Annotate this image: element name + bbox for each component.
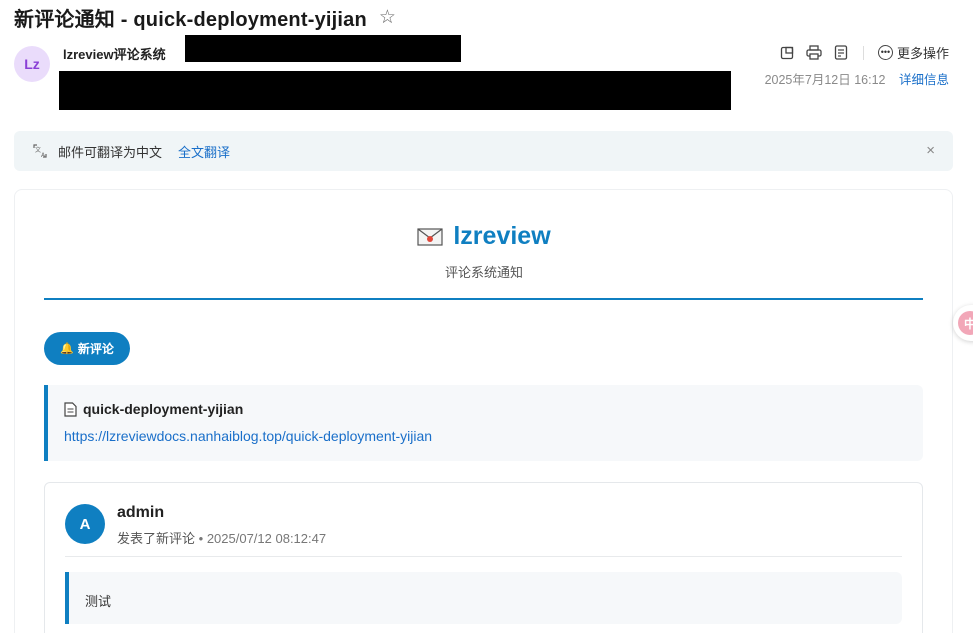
brand-header: lzreview xyxy=(0,222,968,251)
email-toolbar: ••• 更多操作 xyxy=(768,43,949,62)
post-title: quick-deployment-yijian xyxy=(83,401,244,417)
comment-card: A admin 发表了新评论 • 2025/07/12 08:12:47 测试 xyxy=(44,482,923,633)
floating-tab-label: 中 xyxy=(958,311,973,335)
post-info-box: quick-deployment-yijian https://lzreview… xyxy=(44,385,923,461)
new-comment-badge: 🔔 新评论 xyxy=(44,332,130,365)
translate-bar: 文A 邮件可翻译为中文 全文翻译 × xyxy=(14,131,953,171)
comment-text: 测试 xyxy=(85,594,112,609)
email-subject-row: 新评论通知 - quick-deployment-yijian ☆ xyxy=(14,3,396,32)
more-actions-button[interactable]: ••• 更多操作 xyxy=(877,43,949,62)
bell-icon: 🔔 xyxy=(60,343,74,355)
post-title-row: quick-deployment-yijian xyxy=(64,401,243,417)
commenter-avatar: A xyxy=(65,504,105,544)
toolbar-divider xyxy=(862,45,864,60)
more-dots-icon: ••• xyxy=(877,45,893,60)
comment-author: admin xyxy=(117,504,165,521)
more-actions-label: 更多操作 xyxy=(896,46,949,61)
document-icon xyxy=(64,401,77,417)
translate-icon: 文A xyxy=(32,143,48,159)
sender-avatar: Lz xyxy=(14,46,50,82)
note-icon[interactable] xyxy=(833,45,849,61)
redaction-block xyxy=(185,35,461,62)
email-date: 2025年7月12日 16:12 xyxy=(764,73,886,87)
meta-separator: • xyxy=(198,531,207,546)
translate-message: 邮件可翻译为中文 xyxy=(58,144,163,160)
details-link[interactable]: 详细信息 xyxy=(899,73,949,87)
envelope-icon xyxy=(417,227,443,246)
comment-body: 测试 xyxy=(65,572,902,624)
open-window-icon[interactable] xyxy=(779,45,795,61)
email-meta: 2025年7月12日 16:12 详细信息 xyxy=(765,69,949,88)
post-url-link[interactable]: https://lzreviewdocs.nanhaiblog.top/quic… xyxy=(64,428,432,444)
brand-name: lzreview xyxy=(453,222,551,250)
email-subject: 新评论通知 - quick-deployment-yijian xyxy=(14,9,367,31)
badge-label: 新评论 xyxy=(77,342,114,356)
redaction-block xyxy=(59,71,731,110)
print-icon[interactable] xyxy=(806,45,822,61)
translate-full-link[interactable]: 全文翻译 xyxy=(178,142,230,161)
floating-translate-tab[interactable]: 中 xyxy=(953,305,973,341)
close-icon[interactable]: × xyxy=(926,142,935,159)
comment-divider xyxy=(65,556,902,557)
sender-name[interactable]: lzreview评论系统 xyxy=(63,44,166,63)
comment-meta: 发表了新评论 • 2025/07/12 08:12:47 xyxy=(117,528,326,547)
comment-time: 2025/07/12 08:12:47 xyxy=(206,531,327,546)
comment-action: 发表了新评论 xyxy=(117,531,196,546)
brand-subtitle: 评论系统通知 xyxy=(444,265,523,280)
header-divider xyxy=(44,298,923,300)
star-icon[interactable]: ☆ xyxy=(379,6,396,29)
svg-text:A: A xyxy=(41,152,46,159)
